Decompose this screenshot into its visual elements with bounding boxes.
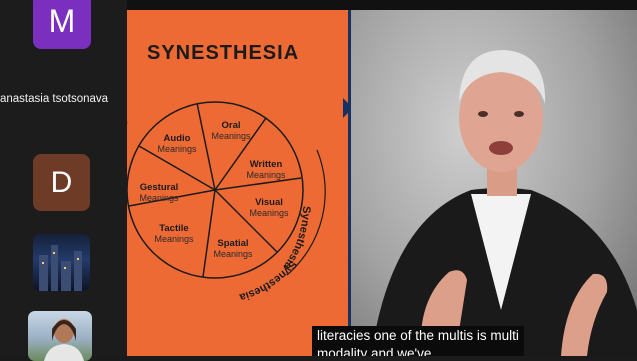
segment-label: Spatial — [217, 238, 248, 249]
arc-label-top-left: ia — [127, 116, 131, 131]
building-shape — [61, 261, 71, 291]
participant-name: anastasia tsotsonava — [0, 93, 109, 105]
segment-sub: Meanings — [157, 144, 197, 154]
segment-sub: Meanings — [211, 131, 251, 141]
segment-sub: Meanings — [249, 208, 289, 218]
caption-line-1: literacies one of the multis is multi — [317, 328, 519, 343]
participant-thumbnail-person[interactable] — [28, 311, 92, 361]
arc-label-bottom: Synesthesia — [237, 258, 299, 303]
eye-shape — [478, 111, 488, 117]
participants-sidebar: M anastasia tsotsonava D — [0, 0, 127, 361]
segment-label: Oral — [221, 120, 240, 131]
eye-shape — [514, 111, 524, 117]
segment-sub: Meanings — [154, 234, 194, 244]
segment-sub: Meanings — [246, 170, 286, 180]
speaker-figure — [371, 50, 637, 356]
live-caption: literacies one of the multis is multi mo… — [312, 326, 524, 356]
segment-label: Gestural — [140, 182, 179, 193]
building-shape — [39, 255, 48, 291]
segment-sub: Meanings — [139, 193, 179, 203]
light-dot — [77, 258, 79, 260]
participant-thumbnail-city[interactable] — [33, 234, 90, 291]
segment-label: Visual — [255, 197, 283, 208]
light-dot — [53, 252, 55, 254]
light-dot — [42, 262, 44, 264]
segment-label: Written — [250, 159, 283, 170]
speaker-panel — [351, 10, 637, 356]
synesthesia-diagram: Oral Meanings Written Meanings Visual Me… — [127, 101, 326, 303]
participant-tile-d[interactable]: D — [33, 154, 90, 211]
light-dot — [64, 267, 66, 269]
avatar-initial: D — [50, 165, 73, 199]
main-video[interactable]: SYNESTHESIA Oral Meanings Written Meanin… — [127, 10, 637, 356]
caption-line-2: modality and we've — [317, 346, 432, 356]
top-bar — [127, 0, 637, 10]
segment-label: Audio — [164, 133, 191, 144]
building-shape — [74, 251, 82, 291]
segment-label: Tactile — [159, 223, 188, 234]
presentation-slide: SYNESTHESIA Oral Meanings Written Meanin… — [127, 10, 353, 356]
mouth-shape — [489, 141, 513, 155]
person-photo — [44, 319, 84, 361]
avatar-initial: M — [48, 3, 76, 39]
participant-tile-m[interactable]: M — [33, 0, 91, 49]
segment-sub: Meanings — [213, 249, 253, 259]
